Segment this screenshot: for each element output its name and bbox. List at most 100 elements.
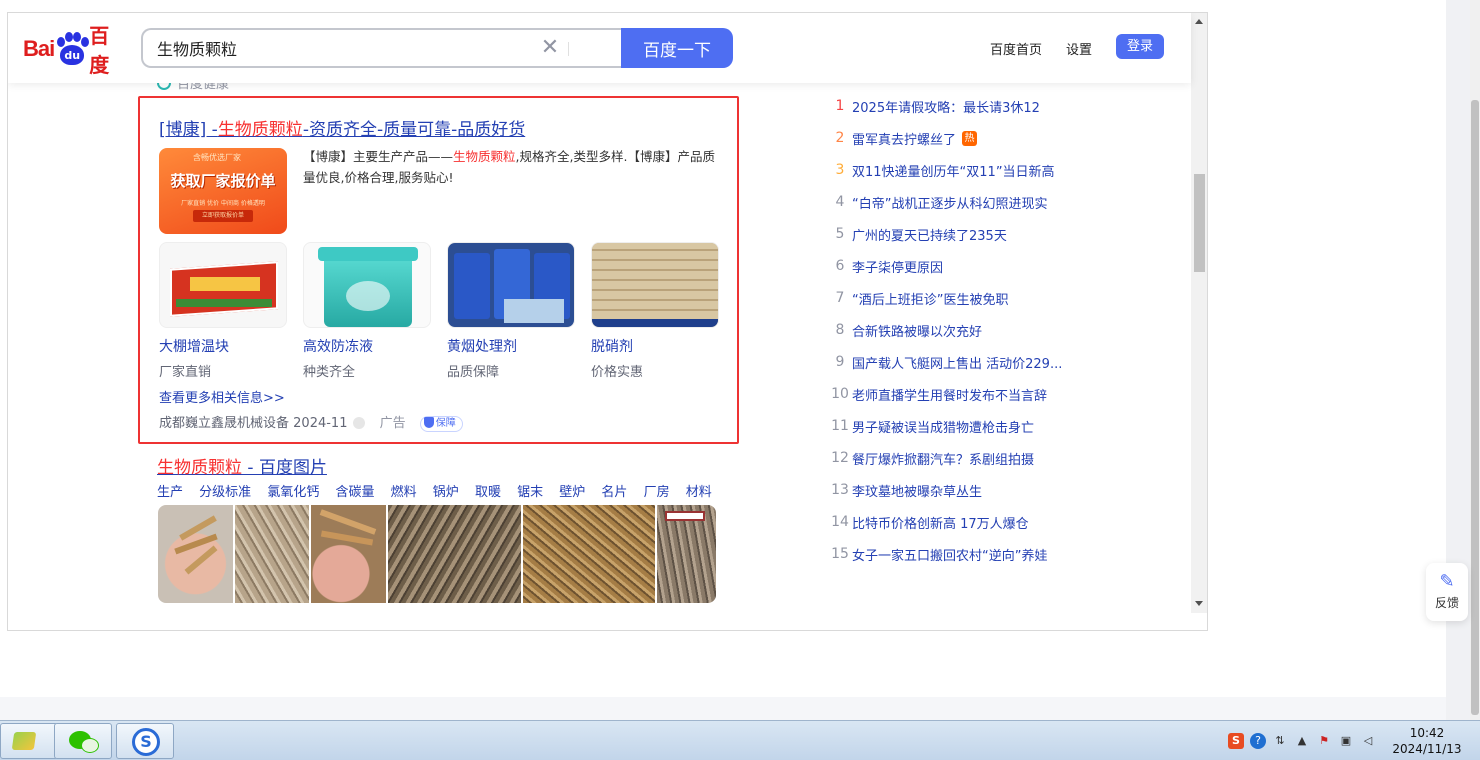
hot-title[interactable]: 雷军真去拧螺丝了 (852, 129, 956, 148)
hot-title[interactable]: 老师直播学生用餐时发布不当言辞 (852, 385, 1047, 404)
hot-item[interactable]: 12 餐厅爆炸掀翻汽车？系剧组拍摄 (828, 447, 1098, 469)
scroll-down-icon[interactable] (1195, 601, 1203, 606)
hot-item[interactable]: 4 “白帝”战机正逐步从科幻照进现实 (828, 191, 1098, 213)
results-scrollbar[interactable] (1191, 13, 1207, 613)
clear-icon[interactable]: ✕ (538, 36, 562, 60)
image-tag[interactable]: 氯氧化钙 (267, 485, 319, 500)
product-tagline: 价格实惠 (591, 365, 644, 380)
settings-link[interactable]: 设置 (1066, 39, 1092, 58)
hot-item[interactable]: 10 老师直播学生用餐时发布不当言辞 (828, 383, 1098, 405)
image-tag[interactable]: 分级标准 (199, 485, 251, 500)
product-card[interactable]: 高效防冻液 种类齐全 (303, 242, 431, 380)
image-result-title[interactable]: 生物质颗粒 - 百度图片 (157, 453, 327, 478)
image-tag[interactable]: 取暖 (475, 485, 501, 500)
hot-item[interactable]: 1 2025年请假攻略：最长请3休12 (828, 95, 1098, 117)
sogou-taskbar-button[interactable]: S (116, 723, 174, 759)
hot-item[interactable]: 5 广州的夏天已持续了235天 (828, 223, 1098, 245)
hot-title[interactable]: 女子一家五口搬回农村“逆向”养娃 (852, 545, 1047, 564)
help-icon[interactable]: ? (1250, 733, 1266, 749)
hot-item[interactable]: 6 李子柒停更原因 (828, 255, 1098, 277)
hot-item[interactable]: 9 国产载人飞艇网上售出 活动价229... (828, 351, 1098, 373)
pen-icon: ✎ (1439, 571, 1455, 592)
search-input[interactable] (157, 30, 537, 66)
product-name[interactable]: 黄烟处理剂 (447, 336, 575, 356)
hot-item[interactable]: 3 双11快递量创历年“双11”当日新高 (828, 159, 1098, 181)
volume-icon[interactable]: ◁ (1360, 733, 1376, 749)
hot-item[interactable]: 8 合新铁路被曝以次充好 (828, 319, 1098, 341)
advertiser-name[interactable]: 成都巍立鑫晟机械设备 (159, 416, 289, 431)
login-button[interactable]: 登录 (1116, 34, 1164, 59)
page-scrollbar[interactable] (1470, 0, 1480, 720)
image-tag[interactable]: 含碳量 (335, 485, 374, 500)
sogou-ime-icon[interactable]: S (1228, 733, 1244, 749)
product-image[interactable] (447, 242, 575, 328)
product-name[interactable]: 大棚增温块 (159, 336, 287, 356)
hot-title[interactable]: 双11快递量创历年“双11”当日新高 (852, 161, 1055, 180)
product-card[interactable]: 脱硝剂 价格实惠 (591, 242, 719, 380)
pellet-image[interactable] (311, 505, 387, 603)
more-info-link[interactable]: 查看更多相关信息>> (159, 387, 285, 406)
image-tag[interactable]: 生产 (157, 485, 183, 500)
hot-title[interactable]: “白帝”战机正逐步从科幻照进现实 (852, 193, 1047, 212)
image-tag[interactable]: 厂房 (644, 485, 670, 500)
network-icon[interactable]: ▣ (1338, 733, 1354, 749)
image-tag[interactable]: 壁炉 (559, 485, 585, 500)
scroll-up-icon[interactable] (1195, 19, 1203, 24)
hot-item[interactable]: 2 雷军真去拧螺丝了热 (828, 127, 1098, 149)
product-image[interactable] (159, 242, 287, 328)
start-button[interactable] (0, 723, 58, 759)
hot-item[interactable]: 11 男子疑被误当成猎物遭枪击身亡 (828, 415, 1098, 437)
hot-rank: 15 (831, 546, 849, 562)
pellet-image[interactable] (522, 505, 656, 603)
pellet-image[interactable] (234, 505, 310, 603)
ad-footer: 成都巍立鑫晟机械设备 2024-11 广告 保障 (159, 412, 463, 432)
info-dot-icon[interactable] (353, 417, 366, 429)
security-alert-icon[interactable]: ⚑ (1316, 733, 1332, 749)
product-card[interactable]: 大棚增温块 厂家直销 (159, 242, 287, 380)
results-scrollbar-thumb[interactable] (1194, 174, 1205, 272)
product-card[interactable]: 黄烟处理剂 品质保障 (447, 242, 575, 380)
search-button[interactable]: 百度一下 (621, 28, 733, 68)
product-image[interactable] (303, 242, 431, 328)
baidu-logo[interactable]: Bai du 百度 (23, 24, 128, 77)
baidu-home-link[interactable]: 百度首页 (990, 39, 1042, 58)
image-tag[interactable]: 材料 (686, 485, 712, 500)
product-name[interactable]: 脱硝剂 (591, 336, 719, 356)
product-name[interactable]: 高效防冻液 (303, 336, 431, 356)
hot-title[interactable]: 2025年请假攻略：最长请3休12 (852, 97, 1040, 116)
system-clock[interactable]: 10:42 2024/11/13 (1388, 725, 1466, 757)
ad-date: 2024-11 (293, 416, 348, 431)
ad-banner-image[interactable]: 含畅优选厂家 获取厂家报价单 厂家直销 优价 中间商 价格透明 立即获取报价单 (159, 148, 287, 234)
hot-title[interactable]: 李玟墓地被曝杂草丛生 (852, 481, 982, 500)
show-hidden-icons-icon[interactable]: ▲ (1294, 733, 1310, 749)
wechat-taskbar-button[interactable] (54, 723, 112, 759)
feedback-button[interactable]: ✎ 反馈 (1426, 563, 1468, 621)
hot-rank: 8 (835, 322, 845, 338)
hot-item[interactable]: 7 “酒后上班拒诊”医生被免职 (828, 287, 1098, 309)
hot-title[interactable]: “酒后上班拒诊”医生被免职 (852, 289, 1008, 308)
pellet-image[interactable] (388, 505, 521, 603)
image-tag[interactable]: 锅炉 (433, 485, 459, 500)
ime-settings-icon[interactable]: ⇅ (1272, 733, 1288, 749)
hot-title[interactable]: 餐厅爆炸掀翻汽车？系剧组拍摄 (852, 449, 1034, 468)
guarantee-badge[interactable]: 保障 (419, 416, 463, 432)
hot-rank: 9 (835, 354, 845, 370)
hot-title[interactable]: 合新铁路被曝以次充好 (852, 321, 982, 340)
hot-title[interactable]: 广州的夏天已持续了235天 (852, 225, 1007, 244)
page-scrollbar-thumb[interactable] (1471, 100, 1479, 715)
image-tag[interactable]: 名片 (601, 485, 627, 500)
search-divider (568, 42, 569, 56)
hot-item[interactable]: 14 比特币价格创新高 17万人爆仓 (828, 511, 1098, 533)
pellet-image[interactable] (657, 505, 716, 603)
hot-item[interactable]: 13 李玟墓地被曝杂草丛生 (828, 479, 1098, 501)
image-tag[interactable]: 燃料 (391, 485, 417, 500)
hot-title[interactable]: 比特币价格创新高 17万人爆仓 (852, 513, 1029, 532)
hot-title[interactable]: 男子疑被误当成猎物遭枪击身亡 (852, 417, 1034, 436)
hot-title[interactable]: 国产载人飞艇网上售出 活动价229... (852, 353, 1062, 372)
hot-item[interactable]: 15 女子一家五口搬回农村“逆向”养娃 (828, 543, 1098, 565)
pellet-image[interactable] (158, 505, 233, 603)
ad-title-link[interactable]: [博康] -生物质颗粒-资质齐全-质量可靠-品质好货 (159, 115, 525, 140)
product-image[interactable] (591, 242, 719, 328)
image-tag[interactable]: 锯末 (517, 485, 543, 500)
hot-title[interactable]: 李子柒停更原因 (852, 257, 943, 276)
